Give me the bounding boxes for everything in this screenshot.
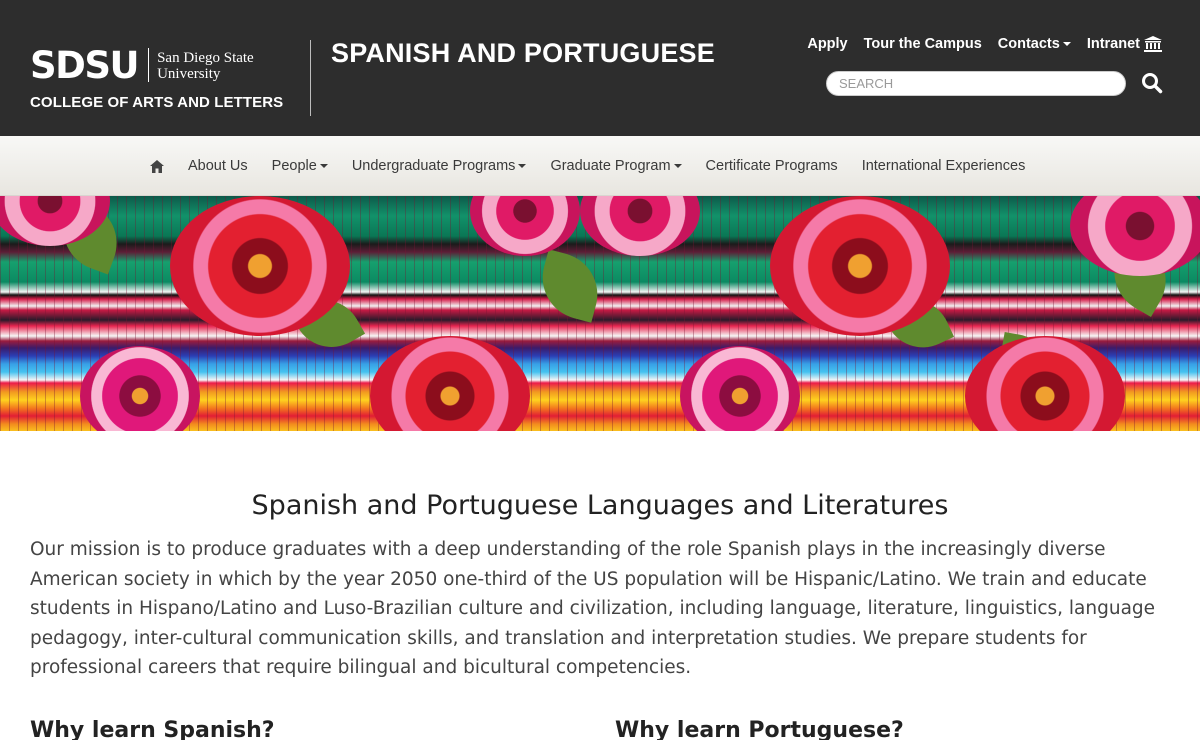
bank-icon [1144,36,1162,52]
intranet-link[interactable]: Intranet [1087,36,1162,52]
main-nav-items: About Us People Undergraduate Programs G… [150,136,1049,196]
header-divider [310,40,311,116]
logo-divider [148,48,150,82]
college-link[interactable]: COLLEGE OF ARTS AND LETTERS [30,94,283,111]
nav-graduate-program-label: Graduate Program [550,158,671,174]
site-header: SDSU San Diego State University COLLEGE … [0,0,1200,136]
nav-people-label: People [271,158,317,174]
chevron-down-icon [319,164,328,168]
logo-university-name: San Diego State University [157,50,254,82]
nav-certificate-programs-label: Certificate Programs [705,158,838,174]
logo-mark: SDSU [30,44,140,87]
logo-university-line2: University [157,66,221,82]
nav-about-us[interactable]: About Us [188,158,248,174]
nav-certificate-programs[interactable]: Certificate Programs [706,158,838,174]
nav-international-experiences[interactable]: International Experiences [862,158,1026,174]
sdsu-logo[interactable]: SDSU San Diego State University [30,46,254,86]
department-title[interactable]: SPANISH AND PORTUGUESE [331,38,715,69]
why-portuguese-heading: Why learn Portuguese? [615,718,904,740]
search-input[interactable] [826,71,1126,96]
hero-banner [0,196,1200,431]
page-title: Spanish and Portuguese Languages and Lit… [251,490,949,521]
mission-statement: Our mission is to produce graduates with… [30,539,1156,678]
why-spanish-heading: Why learn Spanish? [30,718,275,740]
chevron-down-icon [518,164,527,168]
search-icon[interactable] [1141,72,1163,94]
nav-undergraduate-programs-label: Undergraduate Programs [351,158,516,174]
flower-decoration [770,196,950,336]
apply-link[interactable]: Apply [807,36,847,52]
nav-graduate-program[interactable]: Graduate Program [550,158,682,174]
flower-decoration [170,196,350,336]
intranet-label: Intranet [1086,36,1140,52]
contacts-dropdown[interactable]: Contacts [998,36,1071,52]
main-nav: About Us People Undergraduate Programs G… [0,136,1200,196]
chevron-down-icon [673,164,682,168]
nav-undergraduate-programs[interactable]: Undergraduate Programs [352,158,527,174]
logo-university-line1: San Diego State [157,50,254,66]
chevron-down-icon [1062,42,1071,46]
nav-international-experiences-label: International Experiences [861,158,1026,174]
tour-campus-link[interactable]: Tour the Campus [864,36,982,52]
nav-about-us-label: About Us [188,158,248,174]
home-icon[interactable] [150,159,164,173]
contacts-label: Contacts [997,36,1060,52]
nav-people[interactable]: People [272,158,328,174]
utility-nav: Apply Tour the Campus Contacts Intranet [807,36,1162,52]
